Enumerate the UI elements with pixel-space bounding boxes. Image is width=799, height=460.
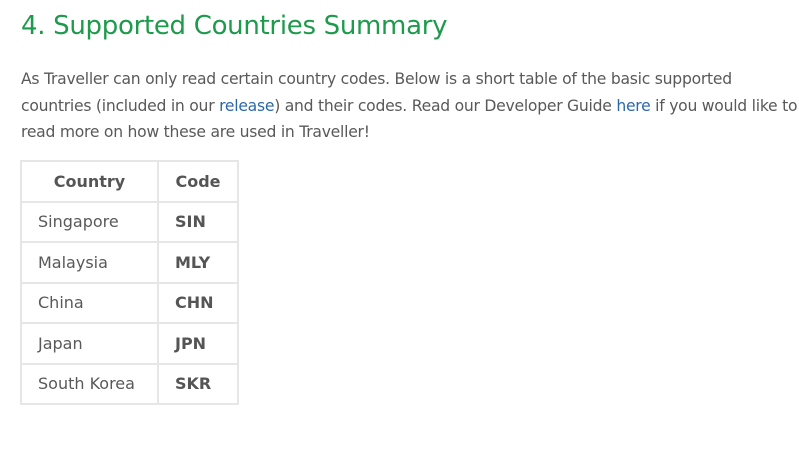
paragraph-text-2: ) and their codes. Read our Developer Gu… (274, 96, 617, 115)
table-row: China CHN (20, 281, 239, 324)
table-row: South Korea SKR (20, 362, 239, 405)
country-cell: Japan (20, 322, 159, 365)
country-cell: China (20, 281, 159, 324)
countries-table: Country Code Singapore SIN Malaysia MLY … (20, 160, 239, 405)
code-cell: JPN (157, 322, 239, 365)
developer-guide-link[interactable]: here (616, 97, 650, 115)
intro-paragraph: As Traveller can only read certain count… (21, 66, 799, 146)
document-page: 4. Supported Countries Summary As Travel… (0, 0, 799, 460)
code-cell: SKR (157, 362, 239, 405)
section-title: 4. Supported Countries Summary (21, 11, 448, 41)
table-row: Japan JPN (20, 322, 239, 365)
table-row: Singapore SIN (20, 200, 239, 243)
table-row: Malaysia MLY (20, 241, 239, 284)
header-country: Country (20, 160, 159, 203)
table-header-row: Country Code (20, 160, 239, 203)
country-cell: Singapore (20, 200, 159, 243)
code-cell: SIN (157, 200, 239, 243)
header-code: Code (157, 160, 239, 203)
code-cell: MLY (157, 241, 239, 284)
code-cell: CHN (157, 281, 239, 324)
release-link[interactable]: release (219, 97, 274, 115)
country-cell: Malaysia (20, 241, 159, 284)
country-cell: South Korea (20, 362, 159, 405)
